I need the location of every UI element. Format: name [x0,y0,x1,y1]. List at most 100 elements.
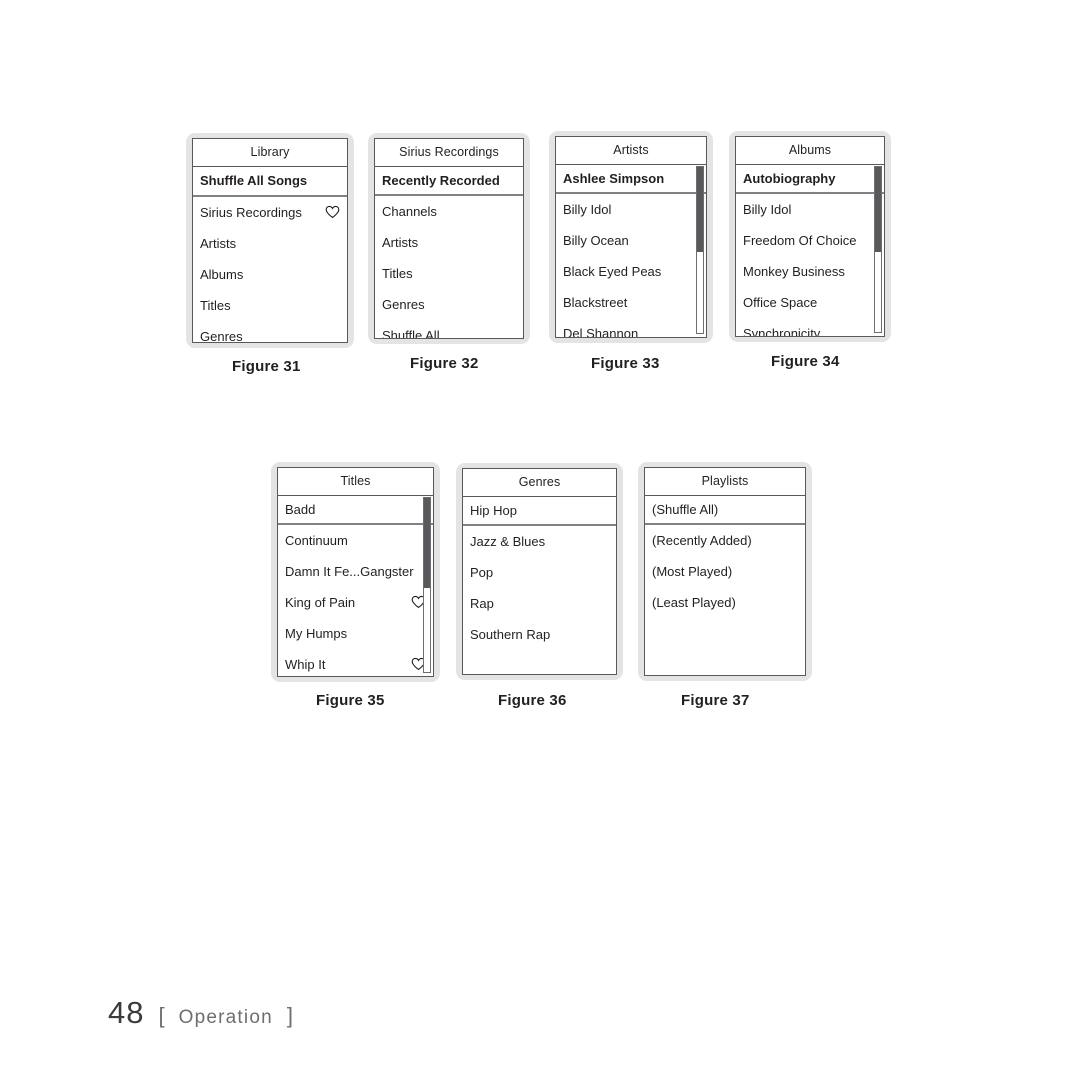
screen-title-artists: Artists [556,137,706,165]
device-frame-34: Albums Autobiography Billy Idol Freedom … [729,131,891,342]
list-item-label: Recently Recorded [382,172,500,188]
list-item-label: Shuffle All Songs [200,173,308,188]
list-item[interactable]: Billy Ocean [556,225,706,256]
screen-artists[interactable]: Artists Ashlee Simpson Billy Idol Billy … [555,136,707,338]
list-titles: Badd Continuum Damn It Fe...Gangster Kin… [278,496,433,677]
list-item-label: Albums [200,266,244,282]
list-item-label: Continuum [285,532,348,548]
list-library: Shuffle All Songs Sirius Recordings Arti… [193,167,347,343]
list-item-selected[interactable]: (Shuffle All) [645,496,805,525]
screen-albums[interactable]: Albums Autobiography Billy Idol Freedom … [735,136,885,337]
list-item[interactable]: Office Space [736,287,884,318]
list-item[interactable]: Rap [463,588,616,619]
list-item[interactable]: Monkey Business [736,256,884,287]
screen-title-library: Library [193,139,347,167]
list-item-selected[interactable]: Badd [278,496,433,525]
list-item-label: My Humps [285,625,348,641]
list-item-label: Sirius Recordings [200,204,302,220]
list-item-label: Whip It [285,656,326,672]
list-item[interactable]: Continuum [278,525,433,556]
device-frame-31: Library Shuffle All Songs Sirius Recordi… [186,133,354,348]
list-item[interactable]: Artists [193,228,347,259]
list-albums: Autobiography Billy Idol Freedom Of Choi… [736,165,884,337]
device-frame-33: Artists Ashlee Simpson Billy Idol Billy … [549,131,713,343]
list-item[interactable]: Channels [375,196,523,227]
list-item-label: Synchronicity [743,325,821,337]
bracket-open: [ [158,1003,165,1028]
list-item[interactable]: Genres [193,321,347,343]
list-item[interactable]: Billy Idol [736,194,884,225]
list-item[interactable]: (Least Played) [645,587,805,618]
list-artists: Ashlee Simpson Billy Idol Billy Ocean Bl… [556,165,706,338]
list-item-label: Titles [382,265,413,281]
list-item[interactable]: Billy Idol [556,194,706,225]
list-item-label: Blackstreet [563,294,628,310]
scrollbar-titles[interactable] [423,497,431,673]
list-item[interactable]: Del Shannon [556,318,706,338]
list-genres: Hip Hop Jazz & Blues Pop Rap Southern Ra… [463,497,616,650]
list-item-label: (Least Played) [652,594,736,610]
list-item-selected[interactable]: Autobiography [736,165,884,194]
list-item-label: Freedom Of Choice [743,232,857,248]
list-item[interactable]: Albums [193,259,347,290]
list-item-label: Channels [382,203,437,219]
list-item-label: Badd [285,501,316,517]
screen-title-sirius-recordings: Sirius Recordings [375,139,523,167]
list-item-selected[interactable]: Shuffle All Songs [193,167,347,197]
list-item[interactable]: Shuffle All [375,320,523,339]
list-item[interactable]: Sirius Recordings [193,197,347,228]
list-item-label: Autobiography [743,170,836,186]
list-item[interactable]: Freedom Of Choice [736,225,884,256]
screen-titles[interactable]: Titles Badd Continuum Damn It Fe...Gangs… [277,467,434,677]
list-item[interactable]: Damn It Fe...Gangster [278,556,433,587]
list-item-label: Office Space [743,294,818,310]
scrollbar-thumb[interactable] [875,167,881,252]
list-item-label: Artists [382,234,419,250]
screen-playlists[interactable]: Playlists (Shuffle All) (Recently Added)… [644,467,806,676]
list-item[interactable]: My Humps [278,618,433,649]
list-item-label: Genres [382,296,425,312]
list-item-label: Billy Idol [563,201,612,217]
list-item-label: Monkey Business [743,263,845,279]
figure-caption: Figure 33 [591,355,660,372]
screen-library[interactable]: Library Shuffle All Songs Sirius Recordi… [192,138,348,343]
list-item[interactable]: Genres [375,289,523,320]
list-item[interactable]: Synchronicity [736,318,884,337]
screen-title-titles: Titles [278,468,433,496]
list-item[interactable]: (Most Played) [645,556,805,587]
scrollbar-artists[interactable] [696,166,704,334]
device-frame-32: Sirius Recordings Recently Recorded Chan… [368,133,530,344]
list-item-selected[interactable]: Recently Recorded [375,167,523,196]
list-item[interactable]: Jazz & Blues [463,526,616,557]
list-item-label: Artists [200,235,237,251]
screen-sirius-recordings[interactable]: Sirius Recordings Recently Recorded Chan… [374,138,524,339]
list-item-label: Damn It Fe...Gangster [285,563,414,579]
list-playlists: (Shuffle All) (Recently Added) (Most Pla… [645,496,805,618]
list-item[interactable]: (Recently Added) [645,525,805,556]
screen-genres[interactable]: Genres Hip Hop Jazz & Blues Pop Rap Sout… [462,468,617,675]
figure-caption: Figure 37 [681,692,750,709]
list-item[interactable]: Blackstreet [556,287,706,318]
figure-caption: Figure 31 [232,358,301,375]
list-item[interactable]: Titles [375,258,523,289]
scrollbar-thumb[interactable] [697,167,703,252]
list-item-label: Rap [470,595,494,611]
list-item-selected[interactable]: Hip Hop [463,497,616,526]
heart-icon[interactable] [325,205,340,219]
list-item[interactable]: Black Eyed Peas [556,256,706,287]
scrollbar-thumb[interactable] [424,498,430,588]
list-item[interactable]: King of Pain [278,587,433,618]
list-item[interactable]: Titles [193,290,347,321]
list-item-label: (Shuffle All) [652,501,719,517]
page-footer: 48 [ Operation ] [108,995,293,1031]
list-item[interactable]: Whip It [278,649,433,677]
list-item-label: Shuffle All [382,327,440,339]
screen-title-genres: Genres [463,469,616,497]
list-item[interactable]: Southern Rap [463,619,616,650]
list-item-label: Billy Ocean [563,232,629,248]
list-item-selected[interactable]: Ashlee Simpson [556,165,706,194]
figure-caption: Figure 36 [498,692,567,709]
scrollbar-albums[interactable] [874,166,882,333]
list-item[interactable]: Pop [463,557,616,588]
list-item[interactable]: Artists [375,227,523,258]
